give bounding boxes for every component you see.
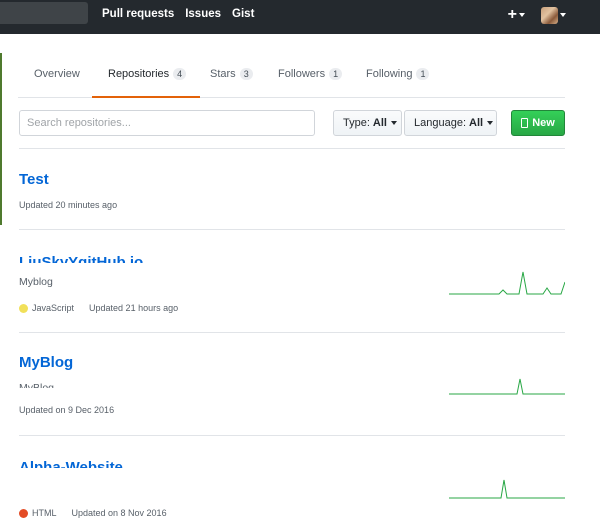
profile-tabs: Overview Repositories 4 Stars 3 Follower… (18, 58, 565, 98)
repo-description: Myblog (19, 276, 53, 288)
divider (19, 435, 565, 436)
chevron-down-icon (487, 121, 494, 125)
repo-language: JavaScript (32, 303, 75, 313)
type-filter-value: All (372, 117, 387, 129)
repo-meta: Updated on 9 Dec 2016 (19, 405, 114, 415)
divider (19, 229, 565, 230)
repo-updated-time: Updated on 8 Nov 2016 (71, 508, 167, 518)
repo-description: MyBlog (19, 382, 55, 388)
chevron-down-icon (390, 121, 397, 125)
plus-icon: + (507, 6, 517, 23)
tab-count-badge: 4 (173, 68, 187, 80)
tab-count-badge: 3 (239, 68, 253, 80)
new-button-label: New (532, 117, 555, 129)
language-filter-label: Language: (414, 117, 466, 129)
top-navbar: Pull requests Issues Gist + (0, 0, 600, 34)
language-color-dot (19, 508, 28, 518)
type-filter-label: Type: (343, 117, 370, 129)
repo-name-link[interactable]: Test (19, 171, 49, 188)
tab-label: Following (366, 68, 413, 80)
header-search-box[interactable] (0, 2, 88, 24)
language-filter-dropdown[interactable]: Language: All (404, 110, 497, 136)
repo-meta: Updated 20 minutes ago (19, 200, 117, 210)
header-nav: Pull requests Issues Gist (102, 8, 265, 20)
repo-name-link[interactable]: Alpha-Website (19, 459, 123, 468)
tab-followers[interactable]: Followers 1 (278, 58, 343, 98)
divider (19, 332, 565, 333)
tab-overview[interactable]: Overview (34, 58, 80, 98)
activity-sparkline (449, 479, 565, 499)
repo-name-link[interactable]: MyBlog (19, 354, 73, 371)
chevron-down-icon (519, 13, 525, 17)
repo-updated-time: Updated on 9 Dec 2016 (19, 405, 115, 415)
sparkline-line (449, 378, 565, 395)
new-repository-button[interactable]: New (511, 110, 565, 136)
chevron-down-icon (560, 13, 566, 17)
tab-label: Repositories (108, 68, 170, 80)
tab-label: Overview (34, 68, 80, 80)
sparkline-line (449, 271, 565, 295)
repo-meta: HTML Updated on 8 Nov 2016 (19, 508, 167, 518)
tab-repositories[interactable]: Repositories 4 (92, 58, 201, 98)
nav-pull-requests[interactable]: Pull requests (102, 8, 174, 20)
repo-name-link[interactable]: LiuSkyYgitHub.io (19, 254, 143, 263)
tab-following[interactable]: Following 1 (366, 58, 430, 98)
tab-stars[interactable]: Stars 3 (210, 58, 253, 98)
language-filter-value: All (469, 117, 484, 129)
user-menu-dropdown[interactable] (541, 6, 566, 24)
repo-updated-time: Updated 21 hours ago (89, 303, 179, 313)
tab-label: Followers (278, 68, 326, 80)
language-color-dot (19, 303, 28, 313)
tab-count-badge: 1 (416, 68, 430, 80)
avatar (541, 6, 558, 24)
repo-meta: JavaScript Updated 21 hours ago (19, 303, 178, 313)
activity-sparkline (449, 378, 565, 395)
repo-language: HTML (32, 508, 57, 518)
activity-sparkline (449, 271, 565, 295)
repo-updated-time: Updated 20 minutes ago (19, 200, 118, 210)
nav-issues[interactable]: Issues (185, 8, 221, 20)
repo-book-icon (521, 118, 529, 128)
nav-gist[interactable]: Gist (232, 8, 254, 20)
tab-count-badge: 1 (329, 68, 343, 80)
divider (19, 148, 565, 149)
search-repositories-input[interactable] (19, 110, 315, 136)
create-new-dropdown[interactable]: + (508, 6, 525, 24)
profile-avatar-edge (0, 53, 2, 225)
sparkline-line (449, 479, 565, 499)
type-filter-dropdown[interactable]: Type: All (333, 110, 402, 136)
header-actions: + (508, 6, 566, 24)
tab-label: Stars (210, 68, 236, 80)
